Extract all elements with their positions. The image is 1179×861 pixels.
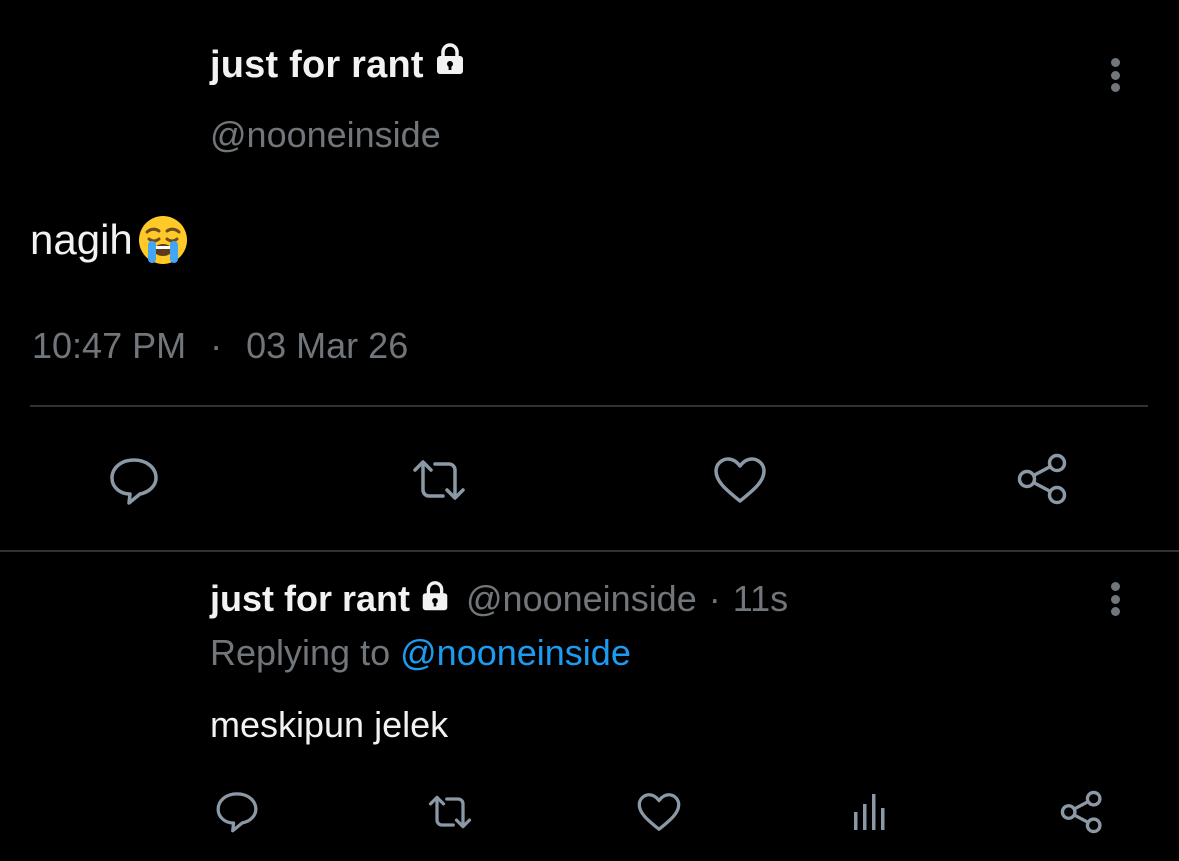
share-icon[interactable] (1012, 448, 1074, 510)
tweet-detail-screen: just for rant @nooneinside nagih 10:47 P… (0, 0, 1179, 861)
main-tweet-text-content: nagih (30, 216, 133, 263)
like-icon[interactable] (634, 788, 684, 836)
replying-to: Replying to @nooneinside (210, 632, 631, 674)
lock-icon (418, 580, 452, 619)
main-tweet-text: nagih (30, 212, 191, 268)
reply-separator: · (708, 578, 721, 619)
reply-handle[interactable]: @nooneinside (466, 578, 697, 620)
reply-display-name[interactable]: just for rant (210, 578, 410, 620)
more-vertical-icon[interactable] (1108, 58, 1122, 92)
reply-icon[interactable] (212, 786, 262, 836)
main-time: 10:47 PM (32, 325, 187, 366)
reply-time: 11s (732, 578, 789, 619)
main-handle[interactable]: @nooneinside (210, 114, 441, 156)
retweet-icon[interactable] (424, 788, 476, 836)
replying-to-link[interactable]: @nooneinside (400, 632, 631, 673)
main-timestamp: 10:47 PM · 03 Mar 26 (32, 325, 408, 367)
replying-prefix: Replying to (210, 632, 391, 673)
analytics-icon[interactable] (848, 788, 892, 836)
reply-tweet-text: meskipun jelek (210, 704, 449, 745)
main-display-name[interactable]: just for rant (210, 44, 424, 87)
divider (30, 405, 1148, 407)
more-vertical-icon[interactable] (1108, 582, 1122, 616)
like-icon[interactable] (710, 450, 770, 510)
divider (0, 550, 1179, 552)
date-separator: · (210, 325, 223, 366)
lock-icon (432, 42, 468, 88)
share-icon[interactable] (1056, 786, 1108, 838)
retweet-icon[interactable] (406, 450, 472, 510)
reply-header: just for rant @nooneinside · 11s (210, 578, 788, 620)
main-date: 03 Mar 26 (246, 325, 409, 366)
loudly-crying-face-icon (135, 212, 191, 268)
main-tweet-author[interactable]: just for rant (210, 42, 468, 88)
reply-icon[interactable] (104, 450, 164, 510)
